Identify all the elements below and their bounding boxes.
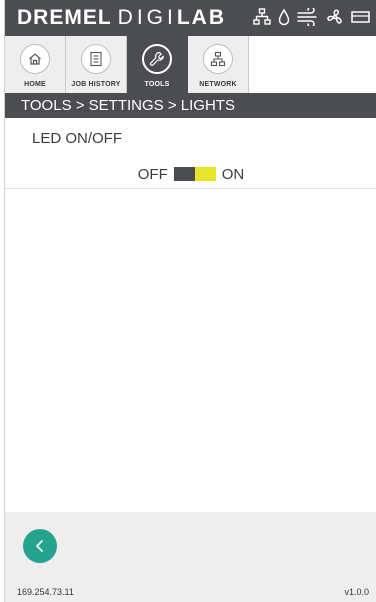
- battery-icon: [351, 11, 370, 23]
- ip-address: 169.254.73.11: [17, 587, 74, 597]
- app-frame: DREMEL DIGI LAB HOME JOB HISTORY TOOLS N…: [4, 0, 376, 602]
- network-icon: [210, 51, 226, 67]
- wrench-icon-circle: [142, 44, 172, 74]
- brand-logo: DREMEL DIGI LAB: [17, 6, 226, 30]
- led-setting-title: LED ON/OFF: [32, 130, 123, 147]
- wrench-icon: [149, 51, 164, 66]
- fan-icon: [327, 9, 342, 24]
- tab-job-history-label: JOB HISTORY: [71, 81, 121, 88]
- brand-part-dremel: DREMEL: [17, 6, 112, 29]
- led-toggle-switch[interactable]: [173, 167, 216, 181]
- toggle-on-label: ON: [221, 165, 245, 183]
- tab-bar: HOME JOB HISTORY TOOLS NETWORK: [5, 36, 376, 93]
- tab-network-label: NETWORK: [199, 81, 237, 88]
- brand-part-lab: LAB: [176, 6, 227, 29]
- tab-home-label: HOME: [24, 81, 46, 88]
- tab-home[interactable]: HOME: [5, 36, 66, 93]
- airflow-icon: [297, 8, 317, 26]
- footer: 169.254.73.11 v1.0.0: [5, 512, 376, 602]
- tab-tools-label: TOOLS: [144, 81, 170, 88]
- toggle-on-segment: [194, 167, 216, 181]
- divider: [5, 188, 376, 189]
- network-icon-circle: [203, 44, 233, 74]
- tab-job-history[interactable]: JOB HISTORY: [66, 36, 127, 93]
- toggle-off-label: OFF: [137, 165, 168, 183]
- home-icon-circle: [20, 44, 50, 74]
- document-icon-circle: [81, 44, 111, 74]
- document-icon: [90, 51, 102, 67]
- tab-tools[interactable]: TOOLS: [127, 36, 188, 93]
- home-icon: [29, 53, 41, 65]
- back-button[interactable]: [23, 529, 57, 563]
- brand-bar: DREMEL DIGI LAB: [5, 0, 376, 36]
- version-label: v1.0.0: [344, 587, 369, 597]
- led-toggle-row: OFF ON: [5, 162, 376, 186]
- chevron-left-icon: [36, 540, 43, 552]
- status-icons: [253, 8, 371, 26]
- humidity-icon: [278, 8, 290, 26]
- tab-network[interactable]: NETWORK: [188, 36, 249, 93]
- network-status-icon: [253, 8, 271, 25]
- brand-part-digi: DIGI: [117, 6, 177, 29]
- toggle-off-segment: [173, 167, 195, 181]
- breadcrumb: TOOLS > SETTINGS > LIGHTS: [5, 93, 376, 118]
